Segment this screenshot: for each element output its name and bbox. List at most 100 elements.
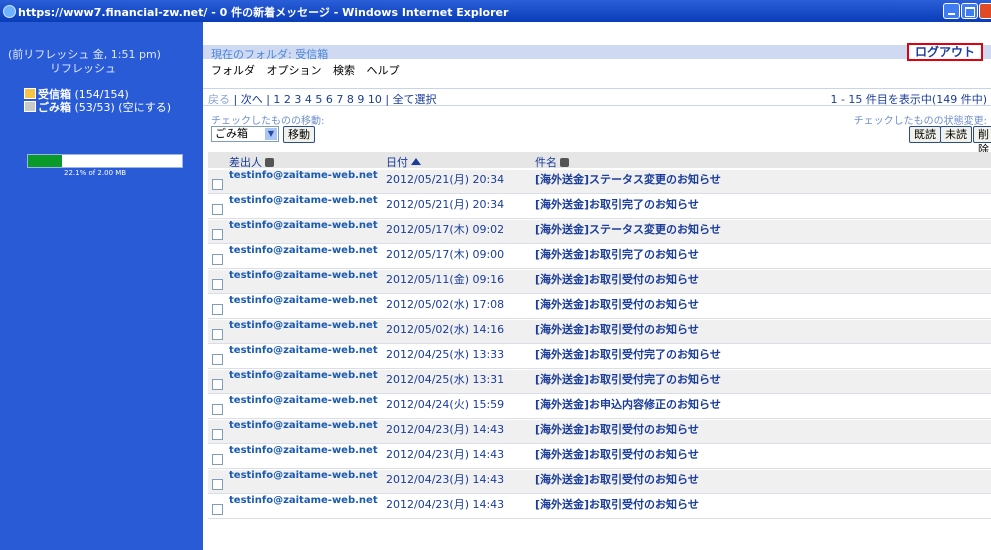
message-sender[interactable]: testinfo@zaitame-web.net xyxy=(229,470,379,481)
message-sender[interactable]: testinfo@zaitame-web.net xyxy=(229,220,379,231)
trash-count: (53/53) xyxy=(74,101,115,114)
message-row[interactable]: testinfo@zaitame-web.net 2012/04/23(月) 14… xyxy=(208,470,991,494)
message-checkbox[interactable] xyxy=(212,254,223,265)
message-row[interactable]: testinfo@zaitame-web.net 2012/05/02(水) 14… xyxy=(208,320,991,344)
ie-icon xyxy=(3,5,16,18)
close-button[interactable] xyxy=(979,3,991,19)
message-row[interactable]: testinfo@zaitame-web.net 2012/04/24(火) 15… xyxy=(208,395,991,419)
message-subject[interactable]: [海外送金]お申込内容修正のお知らせ xyxy=(535,396,721,412)
message-sender[interactable]: testinfo@zaitame-web.net xyxy=(229,345,379,356)
message-row[interactable]: testinfo@zaitame-web.net 2012/05/21(月) 20… xyxy=(208,195,991,219)
quota-fill xyxy=(28,155,63,167)
column-subject[interactable]: 件名 xyxy=(535,154,569,170)
message-date: 2012/04/25(水) 13:33 xyxy=(386,348,505,361)
message-subject[interactable]: [海外送金]お取引受付のお知らせ xyxy=(535,496,699,512)
menu-folder[interactable]: フォルダ xyxy=(211,64,255,77)
move-button[interactable]: 移動 xyxy=(283,126,315,143)
pager: 戻る | 次へ | 1 2 3 4 5 6 7 8 9 10 | 全て選択 xyxy=(208,93,437,106)
message-sender[interactable]: testinfo@zaitame-web.net xyxy=(229,395,379,406)
mark-unread-button[interactable]: 未読 xyxy=(940,126,972,143)
message-checkbox[interactable] xyxy=(212,454,223,465)
pager-bar: 戻る | 次へ | 1 2 3 4 5 6 7 8 9 10 | 全て選択 1 … xyxy=(203,88,991,106)
move-label: チェックしたものの移動: xyxy=(211,116,325,127)
column-date[interactable]: 日付 xyxy=(386,154,421,170)
message-subject[interactable]: [海外送金]お取引完了のお知らせ xyxy=(535,196,699,212)
message-subject[interactable]: [海外送金]お取引受付のお知らせ xyxy=(535,446,699,462)
menu-bar: フォルダ オプション 検索 ヘルプ xyxy=(211,62,408,78)
sort-icon xyxy=(265,158,274,167)
message-checkbox[interactable] xyxy=(212,404,223,415)
message-checkbox[interactable] xyxy=(212,479,223,490)
column-date-label: 日付 xyxy=(386,156,408,169)
message-row[interactable]: testinfo@zaitame-web.net 2012/05/17(木) 09… xyxy=(208,220,991,244)
message-date: 2012/05/17(木) 09:00 xyxy=(386,248,505,261)
sidebar: (前リフレッシュ 金, 1:51 pm) リフレッシュ 受信箱 (154/154… xyxy=(0,22,203,550)
message-checkbox[interactable] xyxy=(212,354,223,365)
message-sender[interactable]: testinfo@zaitame-web.net xyxy=(229,170,379,181)
move-target-select[interactable]: ごみ箱 ▼ xyxy=(211,126,279,142)
message-sender[interactable]: testinfo@zaitame-web.net xyxy=(229,270,379,281)
message-checkbox[interactable] xyxy=(212,179,223,190)
trash-icon xyxy=(24,101,36,112)
delete-button[interactable]: 削除 xyxy=(973,126,991,156)
message-row[interactable]: testinfo@zaitame-web.net 2012/04/23(月) 14… xyxy=(208,495,991,519)
message-row[interactable]: testinfo@zaitame-web.net 2012/05/11(金) 09… xyxy=(208,270,991,294)
message-subject[interactable]: [海外送金]お取引受付のお知らせ xyxy=(535,471,699,487)
sidebar-item-trash[interactable]: ごみ箱 (53/53) (空にする) xyxy=(24,99,171,115)
mark-read-button[interactable]: 既読 xyxy=(909,126,941,143)
message-subject[interactable]: [海外送金]お取引受付のお知らせ xyxy=(535,321,699,337)
message-row[interactable]: testinfo@zaitame-web.net 2012/05/17(木) 09… xyxy=(208,245,991,269)
message-subject[interactable]: [海外送金]お取引受付のお知らせ xyxy=(535,271,699,287)
message-checkbox[interactable] xyxy=(212,304,223,315)
message-sender[interactable]: testinfo@zaitame-web.net xyxy=(229,245,379,256)
column-sender[interactable]: 差出人 xyxy=(229,154,274,170)
message-sender[interactable]: testinfo@zaitame-web.net xyxy=(229,445,379,456)
message-checkbox[interactable] xyxy=(212,504,223,515)
message-subject[interactable]: [海外送金]お取引受付完了のお知らせ xyxy=(535,371,721,387)
message-subject[interactable]: [海外送金]お取引受付のお知らせ xyxy=(535,296,699,312)
message-date: 2012/05/11(金) 09:16 xyxy=(386,273,505,286)
message-checkbox[interactable] xyxy=(212,229,223,240)
menu-options[interactable]: オプション xyxy=(267,64,322,77)
message-subject[interactable]: [海外送金]お取引受付完了のお知らせ xyxy=(535,346,721,362)
current-folder: 現在のフォルダ: 受信箱 xyxy=(211,48,329,61)
message-checkbox[interactable] xyxy=(212,379,223,390)
message-checkbox[interactable] xyxy=(212,429,223,440)
message-subject[interactable]: [海外送金]ステータス変更のお知らせ xyxy=(535,171,721,187)
logout-button[interactable]: ログアウト xyxy=(907,43,983,61)
message-sender[interactable]: testinfo@zaitame-web.net xyxy=(229,195,379,206)
message-row[interactable]: testinfo@zaitame-web.net 2012/04/25(水) 13… xyxy=(208,370,991,394)
message-checkbox[interactable] xyxy=(212,204,223,215)
message-sender[interactable]: testinfo@zaitame-web.net xyxy=(229,370,379,381)
pager-next[interactable]: 次へ xyxy=(241,93,263,106)
empty-trash-link[interactable]: (空にする) xyxy=(118,101,171,114)
select-all-link[interactable]: 全て選択 xyxy=(393,93,437,106)
message-subject[interactable]: [海外送金]ステータス変更のお知らせ xyxy=(535,221,721,237)
message-sender[interactable]: testinfo@zaitame-web.net xyxy=(229,320,379,331)
trash-label: ごみ箱 xyxy=(38,101,71,114)
maximize-button[interactable] xyxy=(961,3,978,19)
message-row[interactable]: testinfo@zaitame-web.net 2012/04/25(水) 13… xyxy=(208,345,991,369)
refresh-link[interactable]: リフレッシュ xyxy=(50,60,116,76)
message-row[interactable]: testinfo@zaitame-web.net 2012/04/23(月) 14… xyxy=(208,420,991,444)
message-subject[interactable]: [海外送金]お取引完了のお知らせ xyxy=(535,246,699,262)
minimize-button[interactable] xyxy=(943,3,960,19)
pager-prev: 戻る xyxy=(208,93,230,106)
menu-help[interactable]: ヘルプ xyxy=(367,64,400,77)
message-row[interactable]: testinfo@zaitame-web.net 2012/04/23(月) 14… xyxy=(208,445,991,469)
list-header: 差出人 日付 件名 xyxy=(208,152,991,170)
message-sender[interactable]: testinfo@zaitame-web.net xyxy=(229,295,379,306)
message-sender[interactable]: testinfo@zaitame-web.net xyxy=(229,420,379,431)
message-date: 2012/05/02(水) 17:08 xyxy=(386,298,505,311)
menu-search[interactable]: 検索 xyxy=(333,64,355,77)
message-subject[interactable]: [海外送金]お取引受付のお知らせ xyxy=(535,421,699,437)
message-checkbox[interactable] xyxy=(212,279,223,290)
message-checkbox[interactable] xyxy=(212,329,223,340)
message-row[interactable]: testinfo@zaitame-web.net 2012/05/21(月) 20… xyxy=(208,170,991,194)
message-date: 2012/04/23(月) 14:43 xyxy=(386,473,505,486)
message-date: 2012/04/23(月) 14:43 xyxy=(386,498,505,511)
pager-pages[interactable]: 1 2 3 4 5 6 7 8 9 10 xyxy=(273,93,381,106)
message-date: 2012/05/02(水) 14:16 xyxy=(386,323,505,336)
message-sender[interactable]: testinfo@zaitame-web.net xyxy=(229,495,379,506)
message-row[interactable]: testinfo@zaitame-web.net 2012/05/02(水) 17… xyxy=(208,295,991,319)
